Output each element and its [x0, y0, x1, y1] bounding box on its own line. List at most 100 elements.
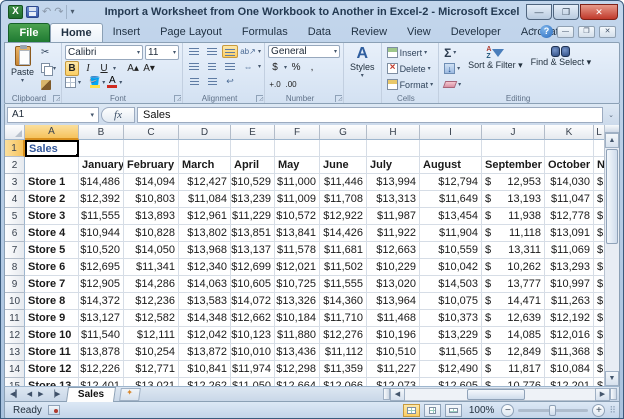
cell[interactable]	[367, 140, 420, 157]
cell-value[interactable]: $12,699	[231, 259, 275, 276]
cell-value[interactable]: $10,184	[275, 310, 320, 327]
zoom-level[interactable]: 100%	[466, 405, 498, 416]
row-header-7[interactable]: 7	[5, 242, 25, 259]
align-right-icon[interactable]	[222, 60, 238, 73]
cell-value[interactable]: $13,193	[482, 191, 545, 208]
store-label[interactable]: Store 6	[25, 259, 79, 276]
cell-value[interactable]: $14,286	[124, 276, 179, 293]
cell-value[interactable]: $11,938	[482, 208, 545, 225]
cell[interactable]	[482, 140, 545, 157]
cell-value[interactable]: $11,229	[231, 208, 275, 225]
cell-value[interactable]: $12,664	[275, 378, 320, 386]
cell-a1-selected[interactable]: Sales	[25, 140, 79, 157]
cell-value[interactable]: $11,922	[367, 225, 420, 242]
cell-value[interactable]: $10,075	[420, 293, 482, 310]
cell-value[interactable]: $11,359	[320, 361, 367, 378]
sort-filter-button[interactable]: AZ Sort & Filter ▾	[465, 45, 526, 92]
row-header-3[interactable]: 3	[5, 174, 25, 191]
cell-value[interactable]: $13,313	[367, 191, 420, 208]
maximize-button[interactable]: ❐	[553, 4, 579, 20]
store-label[interactable]: Store 3	[25, 208, 79, 225]
cell-value[interactable]: $13,994	[367, 174, 420, 191]
number-dialog-launcher-icon[interactable]	[335, 95, 343, 102]
file-tab[interactable]: File	[8, 23, 50, 42]
cell-value[interactable]: $11,710	[320, 310, 367, 327]
font-size-select[interactable]: 11 ▾	[145, 45, 180, 60]
month-header-october[interactable]: October	[545, 157, 594, 174]
cell-value[interactable]: $13,878	[79, 344, 124, 361]
close-button[interactable]: ✕	[580, 4, 618, 20]
cell-value[interactable]: $11,227	[367, 361, 420, 378]
cell-value[interactable]: $11,817	[482, 361, 545, 378]
ribbon-tab-formulas[interactable]: Formulas	[232, 23, 298, 42]
cell-value[interactable]: $13,020	[367, 276, 420, 293]
cell-value[interactable]: $12,922	[320, 208, 367, 225]
cell-value[interactable]: $10,010	[231, 344, 275, 361]
ribbon-tab-home[interactable]: Home	[50, 23, 103, 42]
cell-value[interactable]: $11,047	[545, 191, 594, 208]
cell-value-clipped[interactable]: $1	[594, 242, 605, 259]
cell-value[interactable]: $12,695	[79, 259, 124, 276]
cell-value[interactable]: $13,454	[420, 208, 482, 225]
cell-value[interactable]: $12,639	[482, 310, 545, 327]
underline-button[interactable]: U	[97, 61, 111, 76]
cell-value[interactable]: $14,094	[124, 174, 179, 191]
cell-value-clipped[interactable]: $1	[594, 259, 605, 276]
cell[interactable]	[545, 140, 594, 157]
column-header-d[interactable]: D	[179, 125, 231, 140]
cell[interactable]	[275, 140, 320, 157]
cell-value[interactable]: $13,968	[179, 242, 231, 259]
center-icon[interactable]	[204, 60, 220, 73]
cell[interactable]	[124, 140, 179, 157]
help-icon[interactable]: ?	[540, 25, 553, 38]
month-header-may[interactable]: May	[275, 157, 320, 174]
store-label[interactable]: Store 5	[25, 242, 79, 259]
cell-value[interactable]: $10,776	[482, 378, 545, 386]
column-header-f[interactable]: F	[275, 125, 320, 140]
next-sheet-icon[interactable]: ▶	[35, 390, 46, 398]
cell-value[interactable]: $13,436	[275, 344, 320, 361]
workbook-minimize-button[interactable]: —	[557, 25, 574, 38]
cell-value[interactable]: $10,803	[124, 191, 179, 208]
page-break-view-icon[interactable]	[444, 403, 462, 417]
name-box[interactable]: A1 ▾	[7, 106, 99, 123]
shrink-font-button[interactable]: A▾	[142, 61, 156, 76]
wrap-text-icon[interactable]: ↩	[222, 75, 238, 88]
cell-value[interactable]: $14,085	[482, 327, 545, 344]
cell-value[interactable]: $12,276	[320, 327, 367, 344]
month-header-january[interactable]: January	[79, 157, 124, 174]
cell-value-clipped[interactable]: $1	[594, 378, 605, 386]
scroll-down-icon[interactable]: ▼	[605, 371, 619, 386]
month-header-june[interactable]: June	[320, 157, 367, 174]
cell-value[interactable]: $10,229	[367, 259, 420, 276]
scroll-left-icon[interactable]: ◀	[390, 387, 405, 401]
cell-value[interactable]: $12,771	[124, 361, 179, 378]
row-header-14[interactable]: 14	[5, 361, 25, 378]
cell-value[interactable]: $11,368	[545, 344, 594, 361]
increase-indent-icon[interactable]	[204, 75, 220, 88]
cell-value[interactable]: $12,201	[545, 378, 594, 386]
cell-value[interactable]: $10,605	[231, 276, 275, 293]
horizontal-scrollbar[interactable]: ◀ ▶	[383, 387, 617, 401]
format-cells-button[interactable]: Format ▾	[385, 77, 436, 92]
previous-sheet-icon[interactable]: ◀	[24, 390, 35, 398]
cell-value[interactable]: $13,851	[231, 225, 275, 242]
cell-value[interactable]: $11,578	[275, 242, 320, 259]
cell-value[interactable]: $12,427	[179, 174, 231, 191]
cell-value[interactable]: $13,239	[231, 191, 275, 208]
row-header-11[interactable]: 11	[5, 310, 25, 327]
align-left-icon[interactable]	[186, 60, 202, 73]
cell-value[interactable]: $13,893	[124, 208, 179, 225]
cell-value[interactable]: $10,262	[482, 259, 545, 276]
insert-worksheet-icon[interactable]	[119, 387, 142, 401]
ribbon-tab-page-layout[interactable]: Page Layout	[150, 23, 232, 42]
cell-value[interactable]: $13,583	[179, 293, 231, 310]
cell-value[interactable]: $14,486	[79, 174, 124, 191]
bold-button[interactable]: B	[65, 61, 80, 76]
fill-color-icon[interactable]: 🪣	[89, 77, 100, 88]
zoom-out-icon[interactable]: −	[501, 403, 515, 417]
last-sheet-icon[interactable]: ▕▶	[47, 390, 64, 398]
ribbon-tab-data[interactable]: Data	[298, 23, 341, 42]
cell-value[interactable]: $11,446	[320, 174, 367, 191]
cell-value[interactable]: $12,111	[124, 327, 179, 344]
